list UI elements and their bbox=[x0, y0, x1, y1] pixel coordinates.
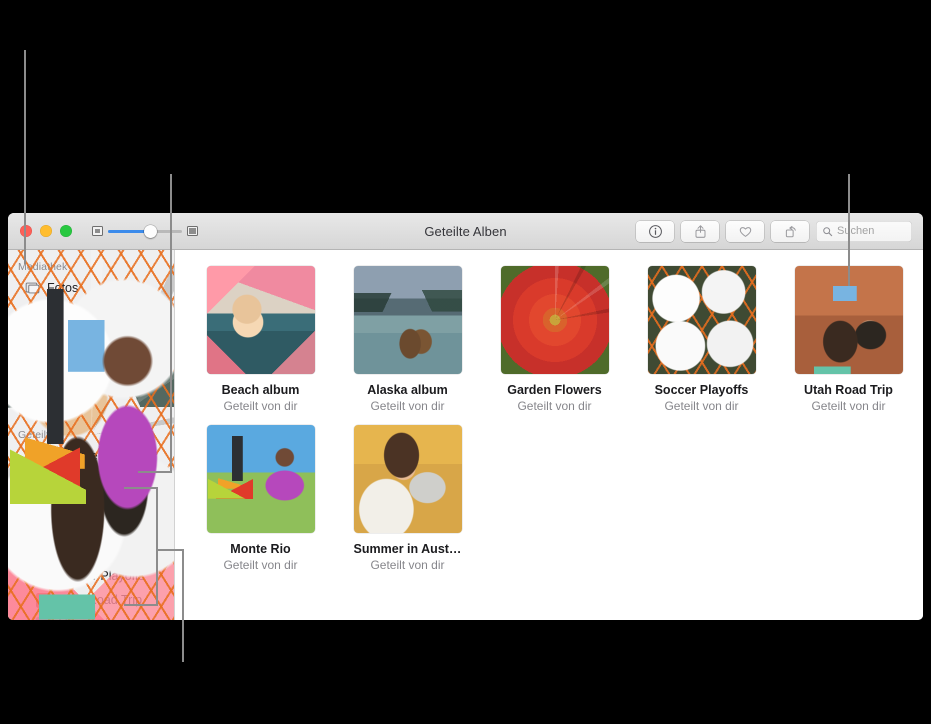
slider-knob[interactable] bbox=[144, 224, 157, 238]
minimize-button[interactable] bbox=[40, 225, 52, 237]
album-grid-area: Beach album Geteilt von dir Alaska album… bbox=[175, 250, 923, 620]
album-card-garden-flowers[interactable]: Garden Flowers Geteilt von dir bbox=[481, 266, 628, 413]
share-button[interactable] bbox=[681, 220, 719, 242]
screenshot-stage: Geteilte Alben Suchen Beach album Geteil… bbox=[0, 0, 931, 724]
callout-hook-shared-albums bbox=[138, 471, 172, 473]
favorite-button[interactable] bbox=[726, 220, 764, 242]
album-title: Monte Rio bbox=[230, 542, 291, 556]
window-titlebar: Geteilte Alben Suchen bbox=[8, 213, 923, 250]
album-subtitle: Geteilt von dir bbox=[664, 399, 739, 413]
album-subtitle: Geteilt von dir bbox=[370, 558, 445, 572]
toolbar-buttons: Suchen bbox=[636, 220, 923, 242]
callout-bracket-stem-h bbox=[156, 549, 184, 551]
callout-bracket-top bbox=[124, 487, 158, 489]
album-cover-photo[interactable] bbox=[206, 266, 315, 374]
album-card-soccer-playoffs[interactable]: Soccer Playoffs Geteilt von dir bbox=[628, 266, 775, 413]
album-card-monte-rio[interactable]: Monte Rio Geteilt von dir bbox=[187, 425, 334, 572]
large-thumbnail-icon bbox=[187, 226, 198, 236]
album-subtitle: Geteilt von dir bbox=[223, 558, 298, 572]
album-subtitle: Geteilt von dir bbox=[223, 399, 298, 413]
album-title: Beach album bbox=[221, 383, 300, 397]
album-cover-photo[interactable] bbox=[647, 266, 756, 374]
close-button[interactable] bbox=[20, 225, 32, 237]
callout-line-shared-albums bbox=[170, 174, 172, 473]
album-title: Utah Road Trip bbox=[804, 383, 893, 397]
album-cover-photo[interactable] bbox=[206, 425, 315, 533]
album-title: Alaska album bbox=[367, 383, 448, 397]
zoom-button[interactable] bbox=[60, 225, 72, 237]
search-placeholder: Suchen bbox=[837, 225, 875, 237]
album-card-beach-album[interactable]: Beach album Geteilt von dir bbox=[187, 266, 334, 413]
album-cover-photo[interactable] bbox=[353, 266, 462, 374]
album-grid: Beach album Geteilt von dir Alaska album… bbox=[187, 266, 923, 584]
album-subtitle: Geteilt von dir bbox=[811, 399, 886, 413]
sidebar-album-monte-rio[interactable]: Monte Rio bbox=[8, 612, 174, 620]
callout-bracket-stem-v bbox=[182, 549, 184, 662]
share-icon bbox=[694, 224, 706, 238]
album-thumbnail bbox=[36, 616, 51, 620]
rotate-button[interactable] bbox=[771, 220, 809, 242]
album-title: Summer in Aust… bbox=[353, 542, 462, 556]
album-title: Garden Flowers bbox=[507, 383, 602, 397]
traffic-lights bbox=[8, 225, 72, 237]
callout-line-album-photo bbox=[848, 174, 850, 286]
album-cover-photo[interactable] bbox=[353, 425, 462, 533]
heart-icon bbox=[739, 226, 751, 237]
search-icon bbox=[823, 226, 833, 236]
album-subtitle: Geteilt von dir bbox=[517, 399, 592, 413]
callout-bracket-side bbox=[156, 487, 158, 606]
album-title: Soccer Playoffs bbox=[654, 383, 749, 397]
small-thumbnail-icon bbox=[92, 226, 103, 236]
info-icon bbox=[648, 224, 662, 238]
callout-line-library bbox=[24, 50, 26, 264]
album-card-summer-in-australia[interactable]: Summer in Aust… Geteilt von dir bbox=[334, 425, 481, 572]
search-field[interactable]: Suchen bbox=[816, 220, 912, 242]
album-cover-photo[interactable] bbox=[500, 266, 609, 374]
album-card-alaska-album[interactable]: Alaska album Geteilt von dir bbox=[334, 266, 481, 413]
rotate-icon bbox=[785, 225, 796, 237]
window-body: Mediathek Fotos bbox=[8, 250, 923, 620]
callout-bracket-bottom bbox=[124, 604, 158, 606]
album-subtitle: Geteilt von dir bbox=[370, 399, 445, 413]
thumbnail-size-control[interactable] bbox=[92, 224, 198, 238]
info-button[interactable] bbox=[636, 220, 674, 242]
sidebar: Mediathek Fotos bbox=[8, 250, 175, 620]
album-card-utah-road-trip[interactable]: Utah Road Trip Geteilt von dir bbox=[775, 266, 922, 413]
photos-window: Geteilte Alben Suchen Beach album Geteil… bbox=[8, 213, 923, 620]
